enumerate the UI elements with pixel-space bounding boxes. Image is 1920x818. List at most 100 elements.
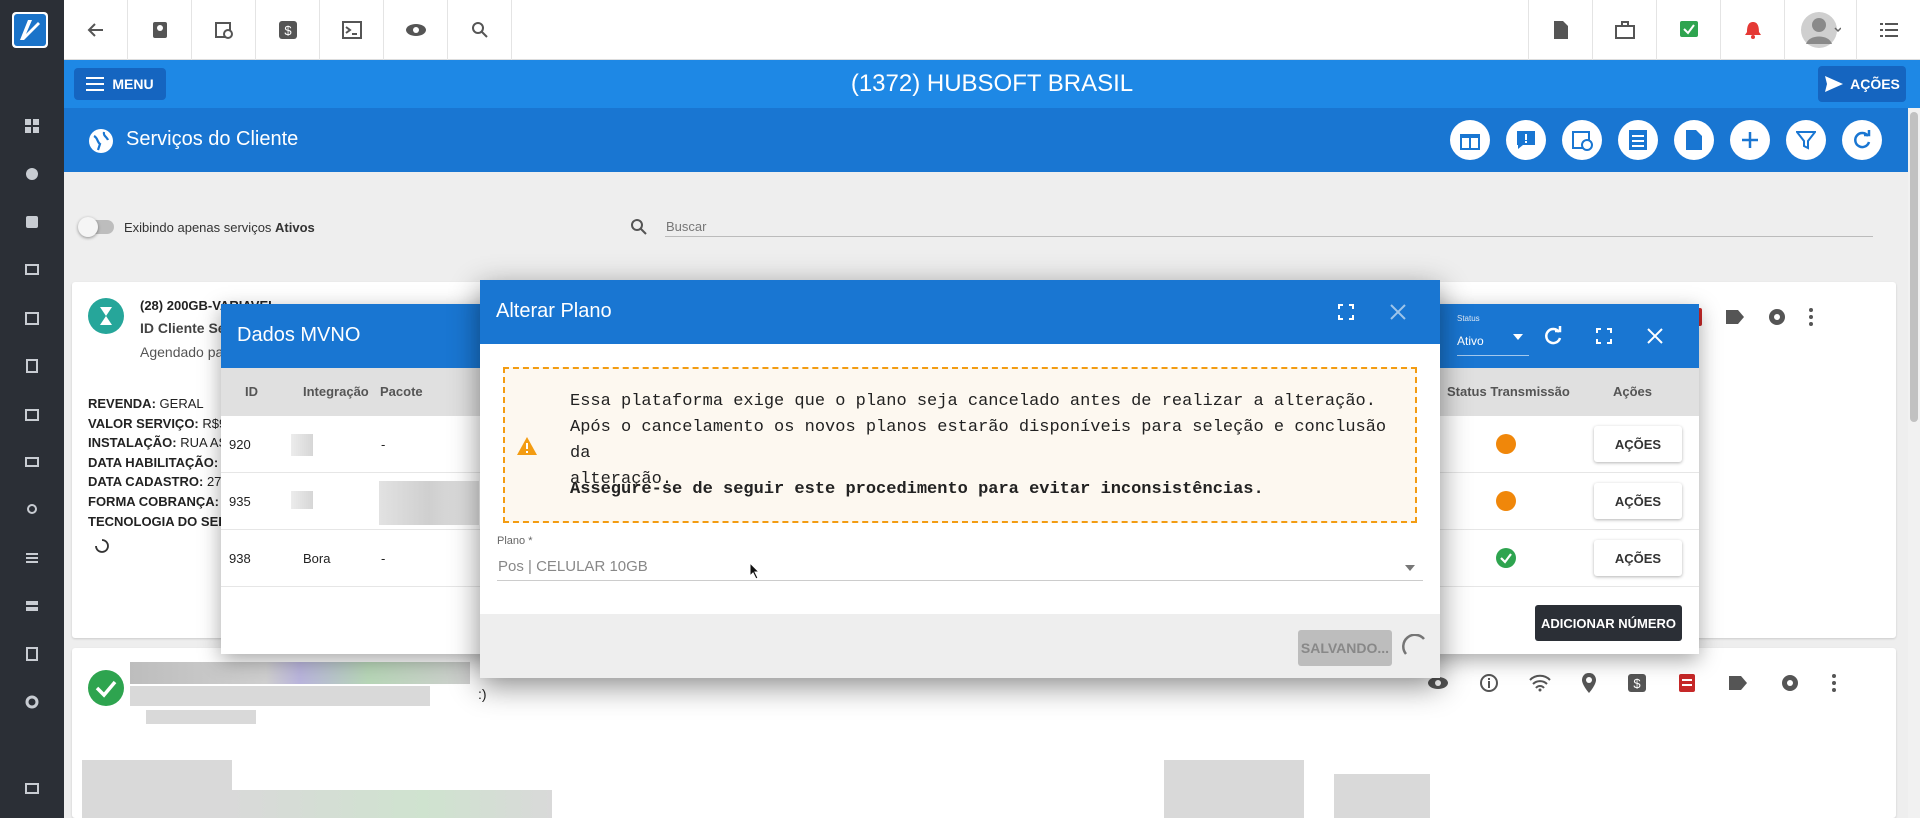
tag-icon[interactable] [1724, 307, 1746, 327]
hourglass-icon [88, 298, 124, 334]
detail-cadastro: DATA CADASTRO: 27 [88, 474, 222, 490]
top-toolbar: $ [64, 0, 1920, 60]
calendar-icon[interactable] [22, 308, 42, 328]
pdf-icon[interactable] [1528, 0, 1592, 60]
filter-icon[interactable] [1786, 120, 1826, 160]
hubsoft-logo[interactable] [12, 12, 48, 48]
dialog-title: Alterar Plano [496, 300, 612, 322]
check-chat-icon[interactable] [1656, 0, 1720, 60]
location-pin-icon[interactable] [1581, 672, 1597, 694]
close-icon[interactable] [1647, 328, 1663, 344]
alarm-bell-icon[interactable] [1720, 0, 1784, 60]
document-icon[interactable] [22, 644, 42, 664]
monitor-icon[interactable] [22, 260, 42, 280]
change-plan-header: Alterar Plano [480, 280, 1440, 344]
row-actions-button[interactable]: AÇÕES [1594, 426, 1682, 462]
briefcase-icon[interactable] [1592, 0, 1656, 60]
wifi-icon[interactable] [1529, 674, 1551, 692]
menu-button[interactable]: MENU [74, 68, 166, 100]
close-icon[interactable] [1390, 304, 1406, 320]
back-arrow-icon[interactable] [64, 0, 128, 60]
col-status-transmissao: Status Transmissão [1447, 384, 1570, 399]
calendar-clock-icon[interactable] [192, 0, 256, 60]
row-actions-button[interactable]: AÇÕES [1594, 540, 1682, 576]
redacted-block [232, 790, 552, 818]
scrollbar-thumb[interactable] [1910, 112, 1918, 422]
row-id: 920 [229, 437, 251, 452]
client-header: (1372) HUBSOFT BRASIL MENU AÇÕES [64, 60, 1920, 108]
send-icon [1825, 76, 1844, 92]
col-id: ID [245, 384, 258, 399]
redacted-block [1164, 760, 1304, 818]
search-input[interactable]: Buscar [666, 219, 706, 234]
status-value: Ativo [1457, 334, 1484, 348]
detail-tecnologia: TECNOLOGIA DO SER [88, 513, 228, 529]
dropdown-arrow-icon[interactable] [1405, 565, 1415, 571]
location-icon[interactable] [22, 500, 42, 520]
invoice-icon[interactable] [1677, 673, 1697, 693]
actions-label: AÇÕES [1850, 76, 1900, 92]
box-icon[interactable] [22, 404, 42, 424]
user-avatar[interactable] [1784, 0, 1856, 60]
refresh-icon[interactable] [1543, 326, 1563, 346]
eye-icon[interactable] [1427, 676, 1449, 690]
dropdown-arrow-icon [1513, 334, 1523, 340]
building-icon[interactable] [22, 356, 42, 376]
status-check-icon [1496, 548, 1516, 568]
gear-icon[interactable] [1766, 306, 1788, 328]
schedule-icon[interactable] [1562, 120, 1602, 160]
fullscreen-icon[interactable] [1596, 328, 1612, 344]
list-menu-icon[interactable] [1856, 0, 1920, 60]
row-actions-button[interactable]: AÇÕES [1594, 483, 1682, 519]
page-title: (1372) HUBSOFT BRASIL [850, 70, 1134, 97]
svg-text:$: $ [1633, 676, 1641, 691]
list-icon[interactable] [22, 548, 42, 568]
status-select[interactable]: Status Ativo [1457, 312, 1529, 356]
alert-message-icon[interactable] [1506, 120, 1546, 160]
more-vert-icon[interactable] [1831, 673, 1837, 693]
toggle-knob[interactable] [78, 217, 98, 237]
scheduled-text: Agendado pa [140, 344, 224, 360]
server-icon[interactable] [22, 596, 42, 616]
dollar-icon[interactable]: $ [256, 0, 320, 60]
row-integracao: Bora [303, 551, 331, 566]
storage-icon[interactable] [22, 778, 42, 798]
warning-triangle-icon [516, 436, 538, 456]
dollar-icon[interactable]: $ [1627, 673, 1647, 693]
plan-select[interactable]: Pos | CELULAR 10GB [498, 558, 648, 575]
money-icon[interactable] [22, 452, 42, 472]
eye-icon[interactable] [384, 0, 448, 60]
actions-button[interactable]: AÇÕES [1818, 66, 1906, 102]
dashboard-icon[interactable] [22, 116, 42, 136]
file-icon[interactable] [1674, 120, 1714, 160]
contact-icon[interactable] [128, 0, 192, 60]
service-2-actions: $ [1427, 672, 1837, 694]
search-icon [630, 218, 648, 236]
plan-field-label: Plano * [497, 535, 533, 547]
row-pacote: - [381, 437, 386, 452]
settings-icon[interactable] [22, 692, 42, 712]
pie-chart-icon[interactable] [22, 164, 42, 184]
tag-icon[interactable] [1727, 673, 1749, 693]
status-dot [1496, 434, 1516, 454]
add-number-button[interactable]: ADICIONAR NÚMERO [1535, 605, 1682, 641]
col-acoes: Ações [1613, 384, 1653, 399]
row-id: 935 [229, 494, 251, 509]
section-title: Serviços do Cliente [126, 128, 299, 150]
refresh-icon[interactable] [1842, 120, 1882, 160]
col-pacote: Pacote [380, 384, 423, 399]
document-list-icon[interactable] [1618, 120, 1658, 160]
terminal-icon[interactable] [320, 0, 384, 60]
info-icon[interactable] [1479, 673, 1499, 693]
detail-habilitacao: DATA HABILITAÇÃO: [88, 454, 219, 470]
save-button[interactable]: SALVANDO... [1298, 630, 1392, 666]
mvno-dialog-title: Dados MVNO [237, 324, 361, 346]
fullscreen-icon[interactable] [1338, 304, 1354, 320]
redacted-text [130, 686, 430, 706]
gear-icon[interactable] [1779, 672, 1801, 694]
gift-icon[interactable] [1450, 120, 1490, 160]
add-icon[interactable] [1730, 120, 1770, 160]
more-vert-icon[interactable] [1808, 307, 1814, 327]
search-icon[interactable] [448, 0, 512, 60]
contact-card-icon[interactable] [22, 212, 42, 232]
